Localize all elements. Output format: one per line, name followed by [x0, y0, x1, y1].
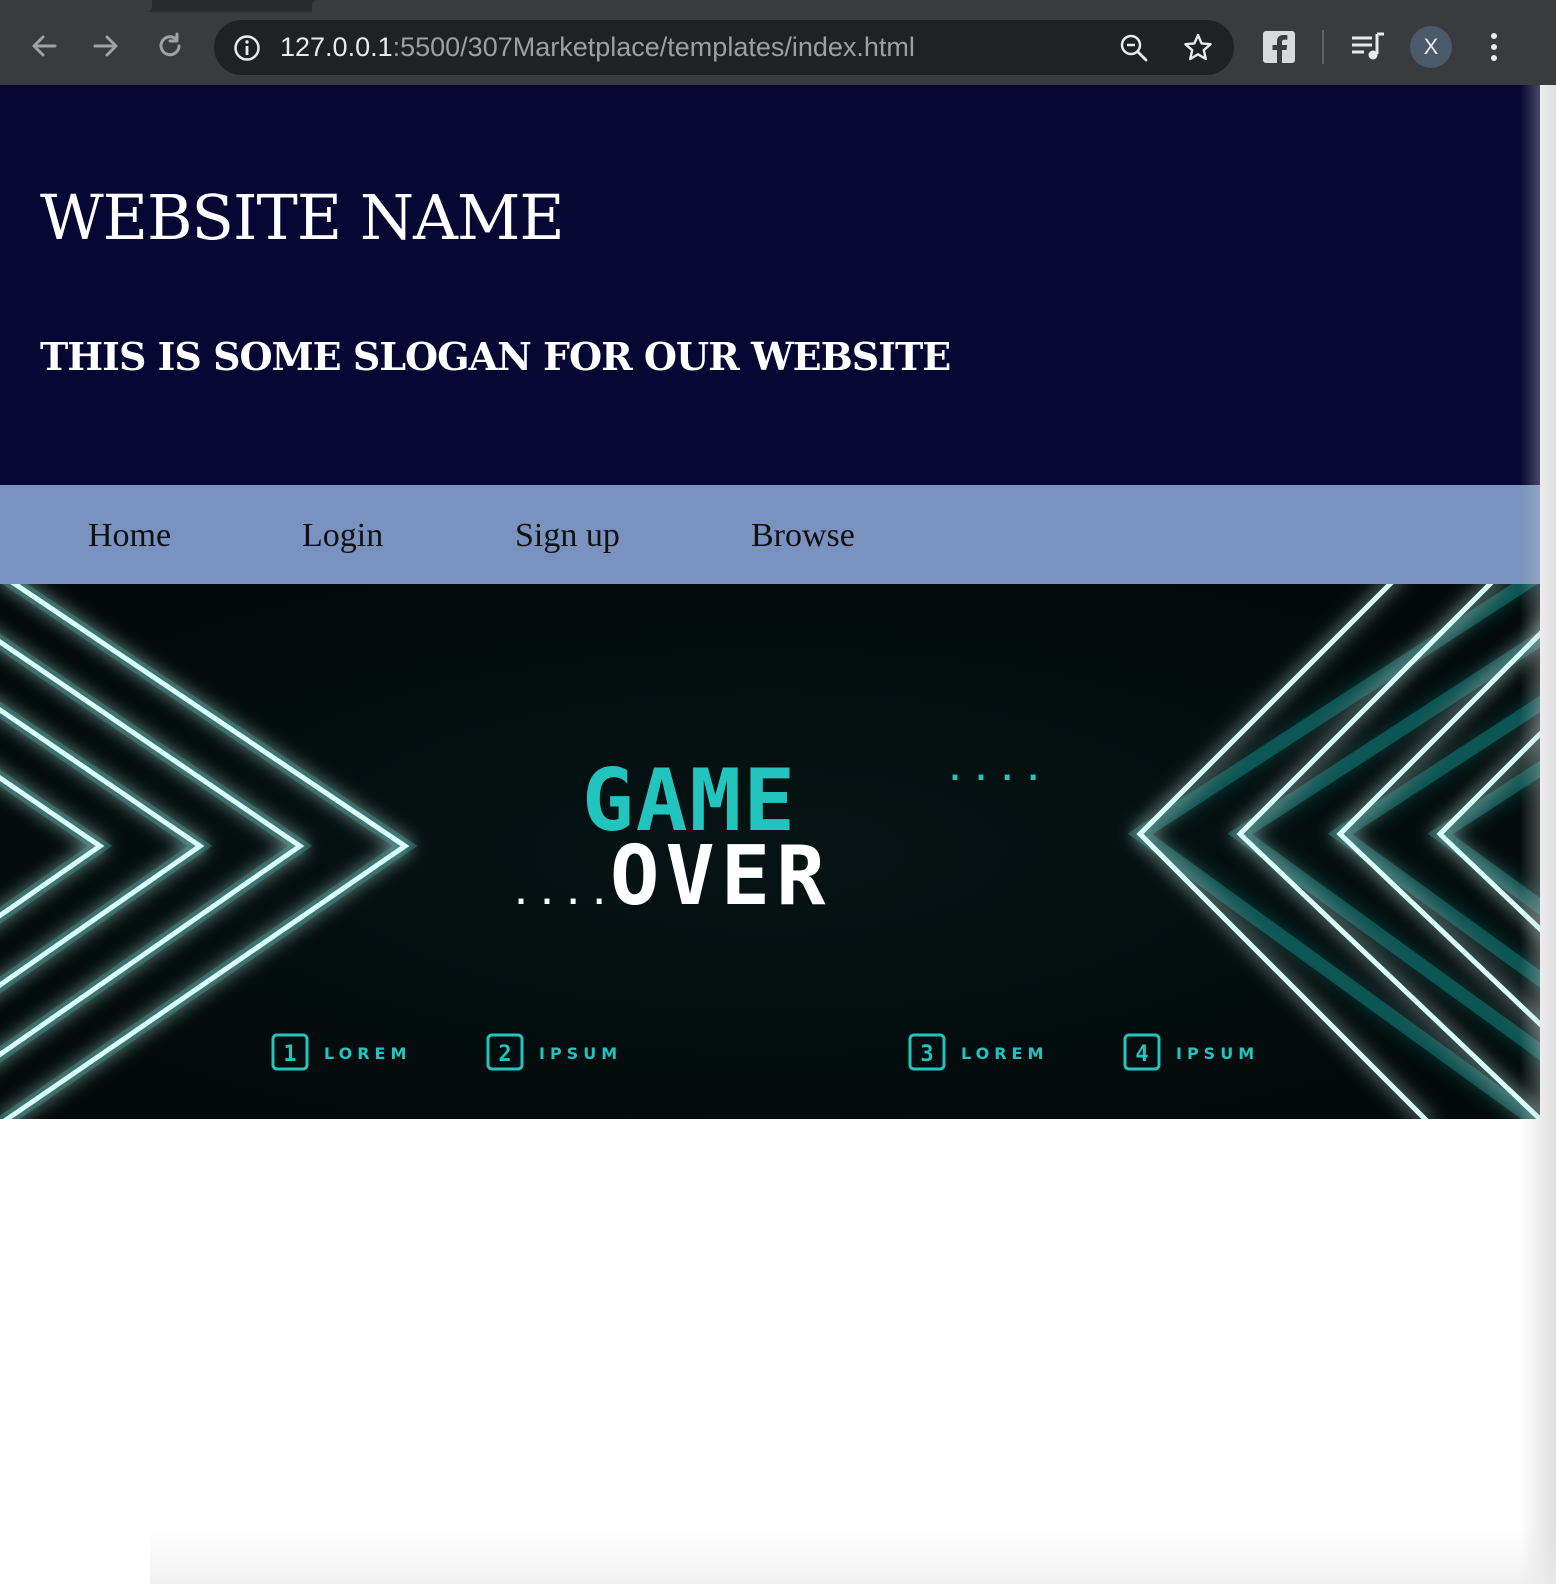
toolbar-divider — [1322, 30, 1324, 64]
tab[interactable] — [0, 0, 152, 12]
banner-item-label: LOREM — [961, 1044, 1048, 1063]
url-text[interactable]: 127.0.0.1:5500/307Marketplace/templates/… — [280, 32, 915, 63]
banner-dots-top: .... — [946, 753, 1050, 788]
window-bottom-shadow — [150, 1530, 1556, 1584]
banner-item-number: 2 — [498, 1042, 511, 1067]
back-button[interactable] — [24, 26, 64, 66]
banner-graphic: GAME .... .... OVER 1 LOREM 2 IPSUM 3 LO… — [0, 584, 1540, 1119]
reload-button[interactable] — [150, 26, 190, 66]
nav-browse-link[interactable]: Browse — [751, 516, 855, 556]
url-path: :5500/307Marketplace/templates/index.htm… — [392, 32, 915, 62]
address-bar[interactable]: 127.0.0.1:5500/307Marketplace/templates/… — [214, 20, 1234, 75]
site-slogan: THIS IS SOME SLOGAN FOR OUR WEBSITE — [40, 334, 951, 379]
window-edge-shadow — [1520, 85, 1556, 1584]
page: 127.0.0.1:5500/307Marketplace/templates/… — [0, 0, 1556, 1584]
site-header: WEBSITE NAME THIS IS SOME SLOGAN FOR OUR… — [0, 85, 1540, 485]
nav-home-link[interactable]: Home — [88, 516, 171, 556]
nav-signup-link[interactable]: Sign up — [515, 516, 620, 556]
banner-dots-bottom: .... — [512, 877, 616, 912]
banner-item-label: IPSUM — [539, 1044, 622, 1063]
site-title: WEBSITE NAME — [40, 181, 565, 254]
zoom-icon[interactable] — [1118, 32, 1150, 64]
nav-login-link[interactable]: Login — [302, 516, 383, 556]
banner-item-label: LOREM — [324, 1044, 411, 1063]
game-over-banner: GAME .... .... OVER 1 LOREM 2 IPSUM 3 LO… — [0, 584, 1540, 1119]
tab-strip — [0, 0, 1556, 12]
url-host: 127.0.0.1 — [280, 32, 393, 62]
star-icon[interactable] — [1182, 32, 1214, 64]
forward-button[interactable] — [86, 26, 126, 66]
browser-toolbar: 127.0.0.1:5500/307Marketplace/templates/… — [0, 0, 1556, 85]
banner-item-label: IPSUM — [1176, 1044, 1259, 1063]
banner-word-over: OVER — [610, 829, 831, 924]
more-vert-icon[interactable] — [1486, 30, 1502, 64]
banner-item-number: 4 — [1135, 1042, 1148, 1067]
profile-avatar[interactable]: X — [1410, 26, 1452, 68]
banner-item-number: 3 — [920, 1042, 933, 1067]
reload-icon — [159, 32, 181, 57]
facebook-extension-icon[interactable] — [1262, 30, 1296, 64]
back-arrow-icon — [32, 35, 57, 57]
info-icon[interactable] — [232, 33, 262, 63]
forward-arrow-icon — [93, 35, 118, 57]
main-nav: Home Login Sign up Browse — [0, 485, 1540, 584]
media-queue-icon[interactable] — [1350, 30, 1386, 64]
tab-strip-background — [312, 0, 1556, 12]
banner-item-number: 1 — [283, 1042, 296, 1067]
